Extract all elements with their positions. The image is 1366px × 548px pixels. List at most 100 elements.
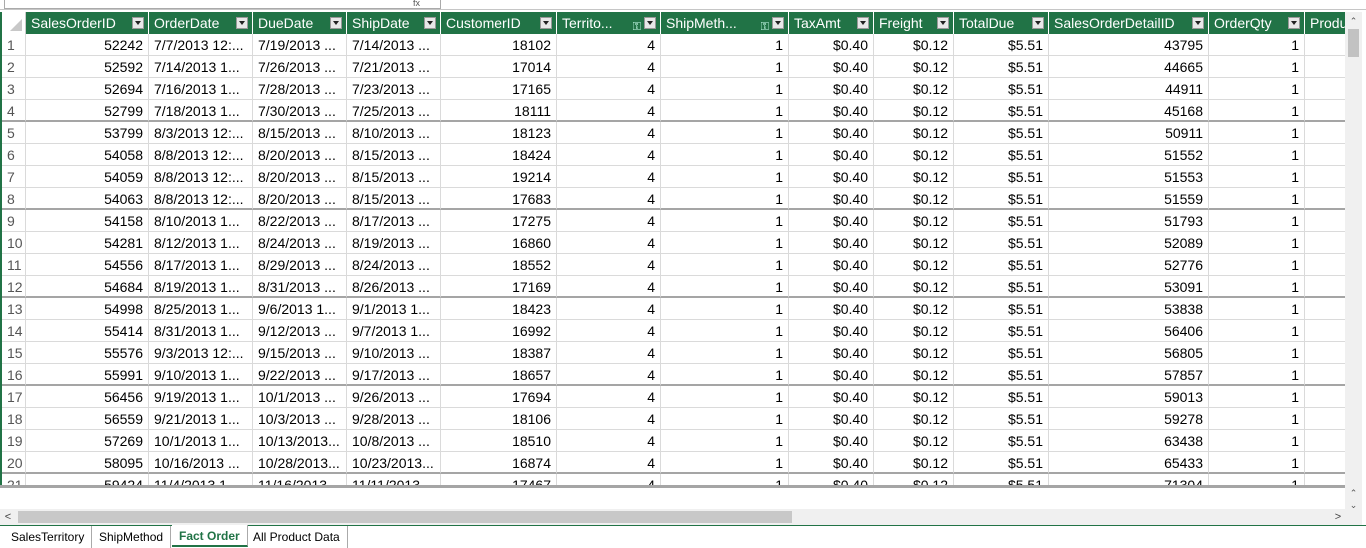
- filter-dropdown-icon[interactable]: [540, 17, 552, 29]
- table-cell[interactable]: 10/28/2013...: [253, 452, 347, 474]
- table-cell[interactable]: 10/13/2013...: [253, 430, 347, 452]
- table-cell[interactable]: 53799: [26, 122, 149, 144]
- table-cell[interactable]: 54556: [26, 254, 149, 276]
- table-cell[interactable]: 8/20/2013 ...: [253, 188, 347, 210]
- table-cell[interactable]: $5.51: [954, 232, 1049, 254]
- column-header-totaldue[interactable]: TotalDue: [954, 12, 1049, 34]
- table-cell[interactable]: 4: [557, 122, 661, 144]
- column-header-freight[interactable]: Freight: [874, 12, 954, 34]
- table-cell[interactable]: $0.40: [789, 276, 874, 298]
- table-cell[interactable]: 1: [1209, 78, 1305, 100]
- table-cell[interactable]: $0.40: [789, 430, 874, 452]
- table-cell[interactable]: 11/11/2013...: [347, 474, 441, 485]
- table-cell[interactable]: 9/7/2013 1...: [347, 320, 441, 342]
- table-cell[interactable]: 8/31/2013 1...: [149, 320, 253, 342]
- table-cell[interactable]: $0.12: [874, 122, 954, 144]
- table-cell[interactable]: 1: [661, 56, 789, 78]
- table-cell[interactable]: $0.40: [789, 232, 874, 254]
- table-cell[interactable]: 4: [557, 342, 661, 364]
- table-cell[interactable]: 45168: [1049, 100, 1209, 122]
- table-cell[interactable]: 1: [1209, 386, 1305, 408]
- table-cell[interactable]: 7/25/2013 ...: [347, 100, 441, 122]
- table-cell[interactable]: 11/16/2013...: [253, 474, 347, 485]
- table-cell[interactable]: 1: [1209, 254, 1305, 276]
- table-cell[interactable]: 1: [1209, 452, 1305, 474]
- table-cell[interactable]: 51552: [1049, 144, 1209, 166]
- table-cell[interactable]: 9/17/2013 ...: [347, 364, 441, 386]
- table-cell[interactable]: 8/20/2013 ...: [253, 166, 347, 188]
- column-header-shipmeth[interactable]: ShipMeth... ⚿: [661, 12, 789, 34]
- column-header-salesorderid[interactable]: SalesOrderID: [26, 12, 149, 34]
- column-header-shipdate[interactable]: ShipDate: [347, 12, 441, 34]
- table-cell[interactable]: 9/26/2013 ...: [347, 386, 441, 408]
- table-cell[interactable]: 4: [557, 232, 661, 254]
- table-cell[interactable]: 1: [661, 342, 789, 364]
- table-cell[interactable]: 10/16/2013 ...: [149, 452, 253, 474]
- table-cell[interactable]: $5.51: [954, 342, 1049, 364]
- table-cell[interactable]: $0.12: [874, 232, 954, 254]
- table-cell[interactable]: 1: [1209, 56, 1305, 78]
- table-cell[interactable]: $0.40: [789, 210, 874, 232]
- table-cell[interactable]: $5.51: [954, 364, 1049, 386]
- vertical-scrollbar[interactable]: ⌃ ⌃ ⌄: [1345, 12, 1362, 510]
- table-cell[interactable]: $5.51: [954, 430, 1049, 452]
- table-cell[interactable]: [1305, 210, 1345, 232]
- table-cell[interactable]: $0.40: [789, 254, 874, 276]
- table-cell[interactable]: 7/23/2013 ...: [347, 78, 441, 100]
- column-header-orderdate[interactable]: OrderDate: [149, 12, 253, 34]
- sheet-tab-shipmethod[interactable]: ShipMethod: [92, 526, 172, 548]
- filter-dropdown-icon[interactable]: [1288, 17, 1300, 29]
- filter-dropdown-icon[interactable]: [937, 17, 949, 29]
- horizontal-scrollbar[interactable]: < >: [0, 509, 1362, 525]
- table-cell[interactable]: 44665: [1049, 56, 1209, 78]
- table-cell[interactable]: 1: [661, 144, 789, 166]
- column-header-customerid[interactable]: CustomerID: [441, 12, 557, 34]
- table-cell[interactable]: 17683: [441, 188, 557, 210]
- table-cell[interactable]: $0.12: [874, 408, 954, 430]
- table-cell[interactable]: 44911: [1049, 78, 1209, 100]
- table-cell[interactable]: 9/3/2013 12:...: [149, 342, 253, 364]
- scroll-right-icon[interactable]: >: [1330, 509, 1346, 525]
- column-header-produ[interactable]: Produ: [1305, 12, 1345, 34]
- table-cell[interactable]: 59013: [1049, 386, 1209, 408]
- table-cell[interactable]: $5.51: [954, 452, 1049, 474]
- table-cell[interactable]: 8/17/2013 1...: [149, 254, 253, 276]
- table-cell[interactable]: $5.51: [954, 408, 1049, 430]
- table-cell[interactable]: $0.12: [874, 34, 954, 56]
- table-cell[interactable]: 8/12/2013 1...: [149, 232, 253, 254]
- table-cell[interactable]: 1: [1209, 144, 1305, 166]
- table-cell[interactable]: 8/10/2013 ...: [347, 122, 441, 144]
- table-cell[interactable]: $0.40: [789, 408, 874, 430]
- table-cell[interactable]: $0.40: [789, 452, 874, 474]
- table-cell[interactable]: $0.40: [789, 386, 874, 408]
- table-cell[interactable]: 58095: [26, 452, 149, 474]
- table-cell[interactable]: 10/23/2013...: [347, 452, 441, 474]
- vertical-scroll-thumb[interactable]: [1348, 29, 1359, 57]
- table-cell[interactable]: 52799: [26, 100, 149, 122]
- table-cell[interactable]: $5.51: [954, 474, 1049, 485]
- column-header-territo[interactable]: Territo... ⚿: [557, 12, 661, 34]
- table-cell[interactable]: $0.40: [789, 342, 874, 364]
- table-cell[interactable]: 1: [661, 430, 789, 452]
- table-cell[interactable]: 4: [557, 298, 661, 320]
- table-cell[interactable]: [1305, 254, 1345, 276]
- table-cell[interactable]: 1: [1209, 166, 1305, 188]
- table-cell[interactable]: 9/22/2013 ...: [253, 364, 347, 386]
- table-cell[interactable]: 9/21/2013 1...: [149, 408, 253, 430]
- table-cell[interactable]: 59278: [1049, 408, 1209, 430]
- table-cell[interactable]: 1: [661, 78, 789, 100]
- table-cell[interactable]: [1305, 474, 1345, 485]
- table-cell[interactable]: $0.12: [874, 210, 954, 232]
- table-cell[interactable]: 8/15/2013 ...: [347, 188, 441, 210]
- table-cell[interactable]: 57857: [1049, 364, 1209, 386]
- table-cell[interactable]: 1: [1209, 320, 1305, 342]
- table-cell[interactable]: 54059: [26, 166, 149, 188]
- table-cell[interactable]: 1: [661, 210, 789, 232]
- table-cell[interactable]: 18552: [441, 254, 557, 276]
- table-cell[interactable]: $0.12: [874, 78, 954, 100]
- table-cell[interactable]: [1305, 56, 1345, 78]
- table-cell[interactable]: 8/15/2013 ...: [347, 144, 441, 166]
- table-cell[interactable]: 1: [661, 188, 789, 210]
- table-cell[interactable]: 16992: [441, 320, 557, 342]
- table-cell[interactable]: 4: [557, 364, 661, 386]
